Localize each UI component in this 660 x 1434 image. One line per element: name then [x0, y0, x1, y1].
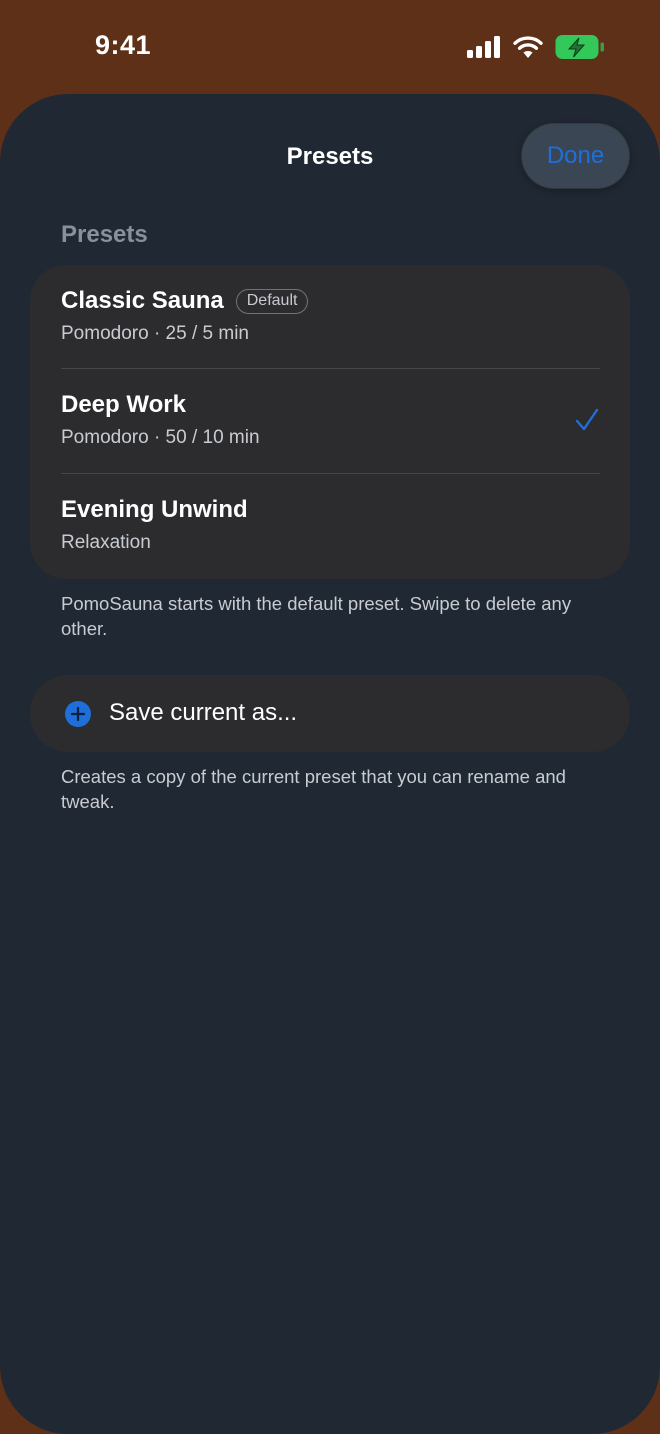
preset-name: Deep Work [61, 391, 186, 418]
save-footer-note: Creates a copy of the current preset tha… [61, 766, 566, 812]
preset-subtitle: Relaxation [61, 532, 151, 553]
wifi-icon [513, 36, 543, 58]
presets-list: Classic Sauna Default Pomodoro · 25 / 5 … [30, 265, 630, 579]
checkmark-icon [575, 408, 599, 431]
status-bar: 9:41 [0, 0, 660, 94]
preset-subtitle: Pomodoro · 50 / 10 min [61, 427, 260, 448]
cellular-signal-icon [467, 36, 500, 58]
status-time: 9:41 [95, 30, 152, 60]
preset-name-line: Deep Work [61, 391, 186, 419]
preset-subtitle: Pomodoro · 25 / 5 min [61, 323, 249, 344]
plus-circle-icon [65, 701, 91, 727]
save-current-as-label: Save current as... [109, 699, 298, 726]
preset-row-deep-work[interactable]: Deep Work Pomodoro · 50 / 10 min [30, 369, 630, 474]
preset-row-evening-unwind[interactable]: Evening Unwind Relaxation [30, 474, 630, 579]
preset-name: Evening Unwind [61, 496, 248, 523]
done-button[interactable]: Done [522, 124, 629, 188]
battery-charging-icon [555, 35, 604, 59]
preset-name: Classic Sauna [61, 287, 224, 314]
presets-sheet: Presets Done Presets Classic Sauna Defau… [0, 94, 660, 1434]
section-header: Presets [61, 221, 148, 248]
preset-row-classic-sauna[interactable]: Classic Sauna Default Pomodoro · 25 / 5 … [30, 265, 630, 370]
preset-name-line: Evening Unwind [61, 496, 248, 524]
default-badge: Default [235, 288, 309, 314]
status-icons [467, 34, 605, 60]
presets-footer-note: PomoSauna starts with the default preset… [61, 593, 572, 639]
preset-name-line: Classic Sauna Default [61, 287, 309, 315]
save-current-as-button[interactable]: Save current as... [30, 675, 630, 752]
